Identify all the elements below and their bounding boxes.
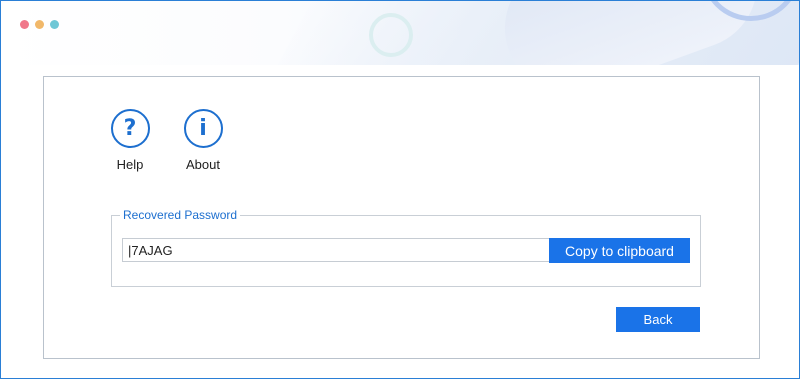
main-panel: ? Help i About Recovered Password Copy t… — [43, 76, 760, 359]
window-dot-teal[interactable] — [50, 20, 59, 29]
recovered-password-legend: Recovered Password — [120, 208, 241, 222]
window-dot-red[interactable] — [20, 20, 29, 29]
copy-to-clipboard-button[interactable]: Copy to clipboard — [549, 238, 690, 263]
about-label: About — [186, 157, 220, 172]
window-dot-yellow[interactable] — [35, 20, 44, 29]
info-icon: i — [183, 109, 223, 148]
recovered-password-field[interactable] — [122, 238, 550, 262]
help-button[interactable]: ? Help — [100, 109, 160, 172]
info-glyph: i — [199, 116, 207, 141]
title-bar — [1, 1, 799, 65]
recovered-password-group: Recovered Password Copy to clipboard — [111, 208, 701, 287]
header-decoration-ring — [369, 13, 413, 57]
help-label: Help — [116, 157, 144, 172]
app-window: ? Help i About Recovered Password Copy t… — [0, 0, 800, 379]
back-button[interactable]: Back — [616, 307, 700, 332]
about-button[interactable]: i About — [173, 109, 233, 172]
question-glyph: ? — [123, 116, 137, 141]
question-icon: ? — [110, 109, 150, 148]
